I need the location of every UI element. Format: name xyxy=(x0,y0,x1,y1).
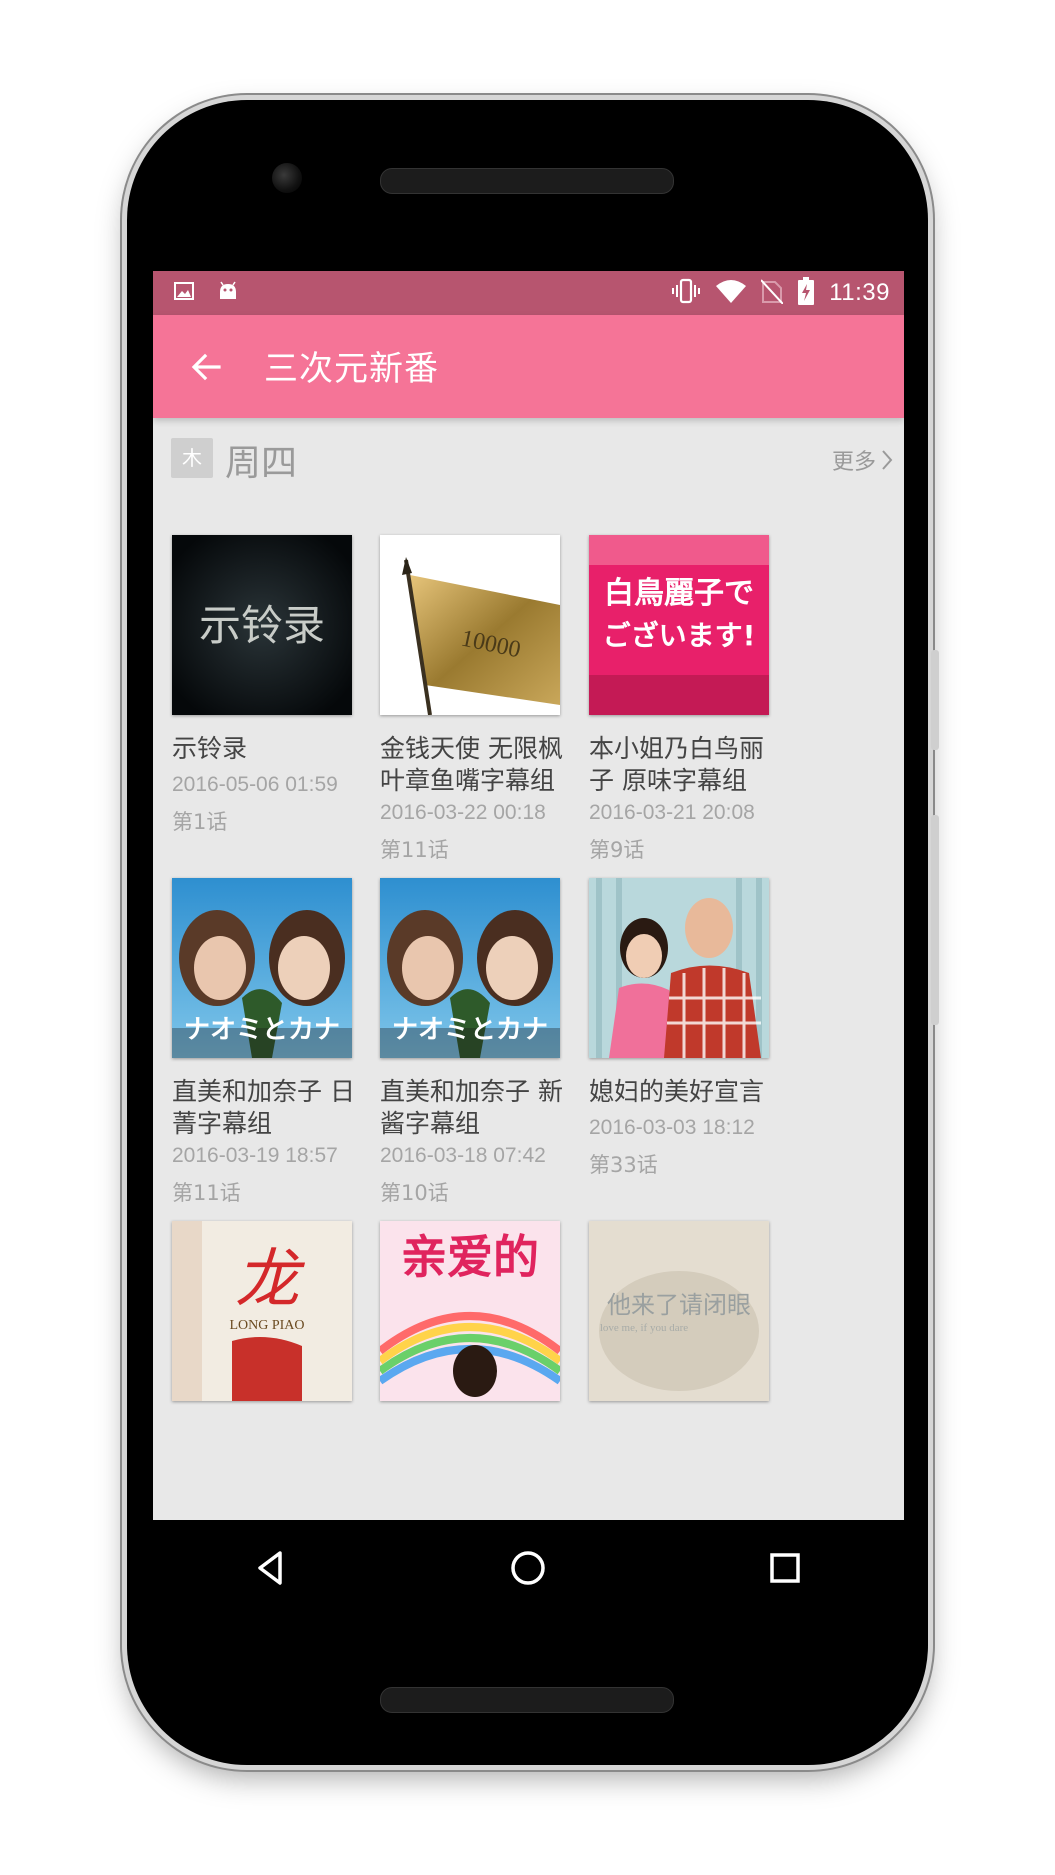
nav-recents-button[interactable] xyxy=(760,1543,810,1593)
day-badge: 木 xyxy=(171,438,213,478)
poster-title-text: 龙 xyxy=(235,1243,306,1317)
app-bar: 三次元新番 xyxy=(153,315,904,418)
poster-title-text: ございます! xyxy=(603,619,756,652)
front-camera xyxy=(272,163,302,193)
more-label: 更多 xyxy=(831,450,876,475)
show-title: 本小姐乃白鸟丽子 原味字幕组 xyxy=(589,734,765,795)
show-poster[interactable]: 他来了请闭眼 love me, if you dare xyxy=(589,1221,769,1401)
poster-title-text: 示铃录 xyxy=(199,601,325,650)
poster-title-text: ナオミとカナ xyxy=(184,1015,340,1045)
recents-square-icon xyxy=(770,1553,800,1583)
back-button[interactable] xyxy=(183,343,231,391)
show-date: 2016-03-19 18:57 xyxy=(172,1144,338,1167)
show-episode: 第11话 xyxy=(172,1181,241,1205)
page-title: 三次元新番 xyxy=(264,349,439,389)
status-time: 11:39 xyxy=(829,279,890,306)
show-date: 2016-03-21 20:08 xyxy=(589,801,755,824)
show-episode: 第9话 xyxy=(589,838,645,862)
show-poster[interactable]: 白鳥麗子で ございます! xyxy=(589,535,769,715)
home-circle-icon xyxy=(511,1551,545,1585)
show-poster[interactable]: 10000 xyxy=(380,535,560,715)
show-title: 金钱天使 无限枫叶章鱼嘴字幕组 xyxy=(380,734,563,795)
show-date: 2016-03-03 18:12 xyxy=(589,1116,755,1139)
screen: 11:39 三次元新番 木 周四 更多 示铃录 示铃录 2016-05-06 0… xyxy=(153,271,904,1520)
nav-home-button[interactable] xyxy=(503,1543,553,1593)
image-icon xyxy=(173,280,195,306)
show-title: 直美和加奈子 新酱字幕组 xyxy=(380,1077,563,1138)
show-episode: 第1话 xyxy=(172,810,228,834)
back-triangle-icon xyxy=(258,1551,282,1585)
show-poster[interactable] xyxy=(589,878,769,1058)
show-title: 示铃录 xyxy=(172,734,248,763)
show-date: 2016-03-22 00:18 xyxy=(380,801,546,824)
bottom-speaker xyxy=(380,1687,674,1713)
power-button xyxy=(931,650,939,750)
day-label: 周四 xyxy=(225,443,298,484)
show-date: 2016-03-18 07:42 xyxy=(380,1144,546,1167)
vibrate-icon xyxy=(671,278,701,308)
show-poster[interactable]: ナオミとカナ xyxy=(380,878,560,1058)
poster-title-text: ナオミとカナ xyxy=(392,1015,548,1045)
show-poster[interactable]: 示铃录 xyxy=(172,535,352,715)
show-date: 2016-05-06 01:59 xyxy=(172,773,338,796)
poster-title-text: 白鳥麗子で xyxy=(604,576,754,611)
volume-button xyxy=(931,815,939,1025)
poster-subtitle-text: love me, if you dare xyxy=(600,1322,688,1334)
show-title: 直美和加奈子 日菁字幕组 xyxy=(172,1077,355,1138)
more-link[interactable]: 更多 xyxy=(832,444,894,476)
show-poster[interactable]: 亲爱的 xyxy=(380,1221,560,1401)
show-title: 媳妇的美好宣言 xyxy=(589,1077,765,1106)
chevron-right-icon xyxy=(882,450,893,470)
show-poster[interactable]: 龙 LONG PIAO xyxy=(172,1221,352,1401)
nav-back-button[interactable] xyxy=(246,1543,296,1593)
show-poster[interactable]: ナオミとカナ xyxy=(172,878,352,1058)
poster-title-text: 他来了请闭眼 xyxy=(607,1291,751,1319)
poster-title-text: 亲爱的 xyxy=(401,1230,539,1284)
poster-subtitle-text: LONG PIAO xyxy=(229,1318,304,1333)
arrow-left-icon xyxy=(191,353,221,381)
show-episode: 第10话 xyxy=(380,1181,449,1205)
top-speaker xyxy=(380,168,674,194)
wifi-icon xyxy=(715,278,747,308)
android-icon xyxy=(217,280,239,306)
show-episode: 第11话 xyxy=(380,838,449,862)
section-header: 木 周四 更多 xyxy=(153,426,904,486)
status-bar: 11:39 xyxy=(153,271,904,315)
navigation-bar xyxy=(153,1520,904,1616)
show-episode: 第33话 xyxy=(589,1153,658,1177)
battery-charging-icon xyxy=(797,277,815,309)
no-sim-icon xyxy=(760,278,784,308)
